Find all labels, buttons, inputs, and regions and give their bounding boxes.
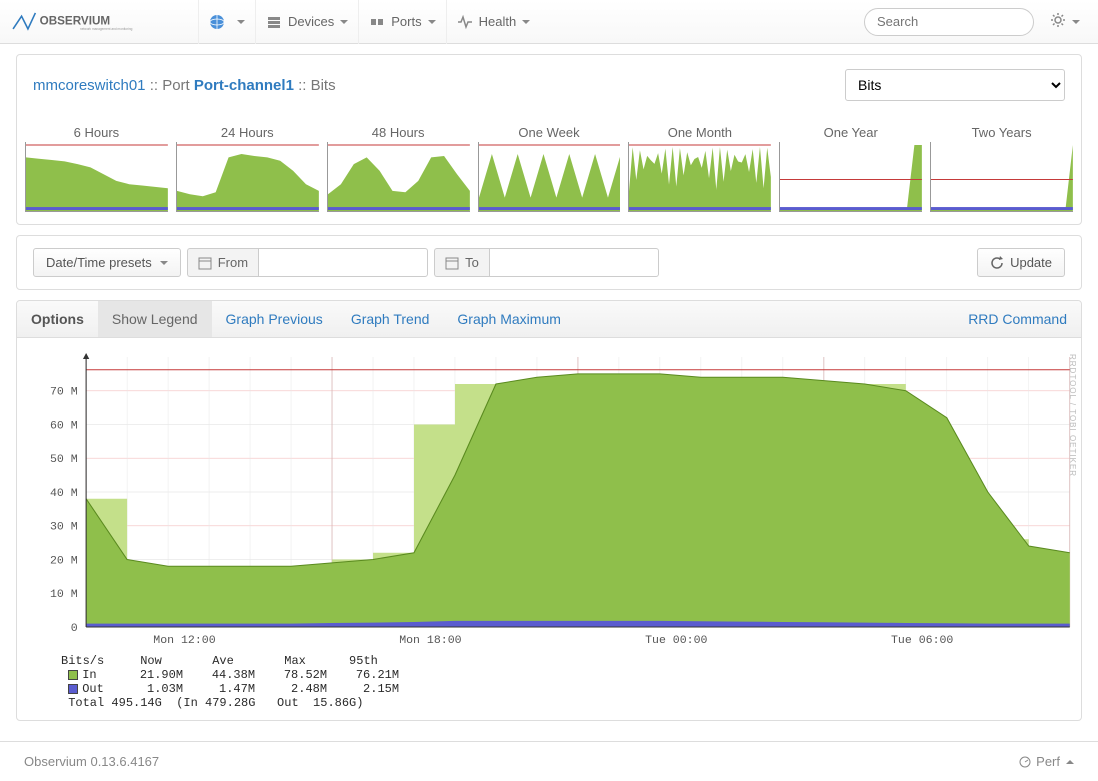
svg-text:10 M: 10 M [50, 589, 78, 601]
svg-text:0: 0 [71, 623, 78, 635]
svg-text:70 M: 70 M [50, 387, 78, 399]
thumb-two-years[interactable]: Two Years [926, 125, 1077, 212]
thumb-label: 48 Hours [327, 125, 470, 140]
calendar-icon [445, 256, 459, 270]
chevron-down-icon [1072, 20, 1080, 24]
settings-menu[interactable] [1044, 6, 1086, 37]
nav-ports-label: Ports [391, 14, 421, 29]
chart-legend: Bits/s Now Ave Max 95th In 21.90M 44.38M… [23, 652, 1075, 710]
nav-health-label: Health [479, 14, 517, 29]
thumb-label: One Month [628, 125, 771, 140]
svg-text:Tue 00:00: Tue 00:00 [645, 635, 708, 647]
chevron-down-icon [160, 261, 168, 265]
thumb-chart [176, 142, 319, 212]
svg-text:Tue 06:00: Tue 06:00 [891, 635, 954, 647]
refresh-icon [990, 256, 1004, 270]
logo[interactable]: OBSERVIUM network management and monitor… [12, 8, 182, 36]
calendar-icon [198, 256, 212, 270]
gear-icon [1050, 12, 1066, 31]
datetime-presets-button[interactable]: Date/Time presets [33, 248, 181, 277]
tab-graph-previous[interactable]: Graph Previous [212, 301, 337, 337]
perf-toggle[interactable]: Perf [1018, 754, 1074, 769]
thumb-chart [25, 142, 168, 212]
from-input[interactable] [258, 248, 428, 277]
thumb-one-month[interactable]: One Month [624, 125, 775, 212]
thumb-24-hours[interactable]: 24 Hours [172, 125, 323, 212]
tab-rrd-command[interactable]: RRD Command [954, 301, 1081, 337]
thumb-chart [779, 142, 922, 212]
tab-options[interactable]: Options [17, 301, 98, 337]
svg-text:Mon 18:00: Mon 18:00 [399, 635, 462, 647]
server-icon [266, 14, 282, 30]
thumb-chart [930, 142, 1073, 212]
thumb-one-week[interactable]: One Week [474, 125, 625, 212]
chevron-down-icon [237, 20, 245, 24]
health-icon [457, 14, 473, 30]
option-tabs: Options Show Legend Graph Previous Graph… [17, 301, 1081, 338]
ports-icon [369, 14, 385, 30]
svg-text:network management and monitor: network management and monitoring [80, 26, 133, 30]
graph-panel: Options Show Legend Graph Previous Graph… [16, 300, 1082, 721]
svg-text:Mon 12:00: Mon 12:00 [153, 635, 216, 647]
chevron-down-icon [428, 20, 436, 24]
breadcrumb: mmcoreswitch01 :: Port Port-channel1 :: … [33, 77, 336, 94]
nav-devices-label: Devices [288, 14, 334, 29]
svg-text:60 M: 60 M [50, 421, 78, 433]
main-chart: 0 10 M 20 M 30 M 40 M 50 M 60 M 70 M Mon 12:00 Mo… [23, 352, 1075, 652]
update-button[interactable]: Update [977, 248, 1065, 277]
tab-show-legend[interactable]: Show Legend [98, 301, 212, 337]
thumb-label: One Year [779, 125, 922, 140]
svg-text:OBSERVIUM: OBSERVIUM [40, 14, 110, 27]
header-panel: mmcoreswitch01 :: Port Port-channel1 :: … [16, 54, 1082, 225]
breadcrumb-device[interactable]: mmcoreswitch01 [33, 77, 146, 94]
thumb-label: One Week [478, 125, 621, 140]
thumb-chart [628, 142, 771, 212]
svg-text:50 M: 50 M [50, 454, 78, 466]
svg-text:40 M: 40 M [50, 488, 78, 500]
thumb-48-hours[interactable]: 48 Hours [323, 125, 474, 212]
thumb-one-year[interactable]: One Year [775, 125, 926, 212]
search-input[interactable] [864, 8, 1034, 36]
thumb-chart [327, 142, 470, 212]
time-range-thumbnails: 6 Hours 24 Hours 48 Hours One Week One Month… [17, 115, 1081, 224]
footer: Observium 0.13.6.4167 Perf [0, 741, 1098, 781]
version-label: Observium 0.13.6.4167 [24, 754, 159, 769]
thumb-6-hours[interactable]: 6 Hours [21, 125, 172, 212]
chevron-down-icon [340, 20, 348, 24]
rrd-credit: RRDTOOL / TOBI OETIKER [1068, 354, 1077, 477]
tab-graph-maximum[interactable]: Graph Maximum [443, 301, 574, 337]
thumb-chart [478, 142, 621, 212]
nav-globe[interactable] [198, 0, 255, 44]
from-label: From [187, 248, 258, 277]
nav-devices[interactable]: Devices [255, 0, 358, 44]
graph-area: RRDTOOL / TOBI OETIKER 0 10 M 20 M 30 M 40 M… [17, 338, 1081, 720]
breadcrumb-port[interactable]: Port-channel1 [194, 77, 294, 94]
top-navbar: OBSERVIUM network management and monitor… [0, 0, 1098, 44]
thumb-label: 6 Hours [25, 125, 168, 140]
tab-graph-trend[interactable]: Graph Trend [337, 301, 444, 337]
svg-text:30 M: 30 M [50, 522, 78, 534]
chevron-down-icon [522, 20, 530, 24]
gauge-icon [1018, 755, 1032, 769]
thumb-label: Two Years [930, 125, 1073, 140]
to-input[interactable] [489, 248, 659, 277]
chevron-up-icon [1066, 760, 1074, 764]
thumb-label: 24 Hours [176, 125, 319, 140]
svg-text:20 M: 20 M [50, 556, 78, 568]
nav-ports[interactable]: Ports [358, 0, 445, 44]
nav-health[interactable]: Health [446, 0, 541, 44]
globe-icon [209, 14, 225, 30]
to-label: To [434, 248, 489, 277]
metric-select[interactable]: Bits [845, 69, 1065, 101]
filter-panel: Date/Time presets From To Update [16, 235, 1082, 290]
